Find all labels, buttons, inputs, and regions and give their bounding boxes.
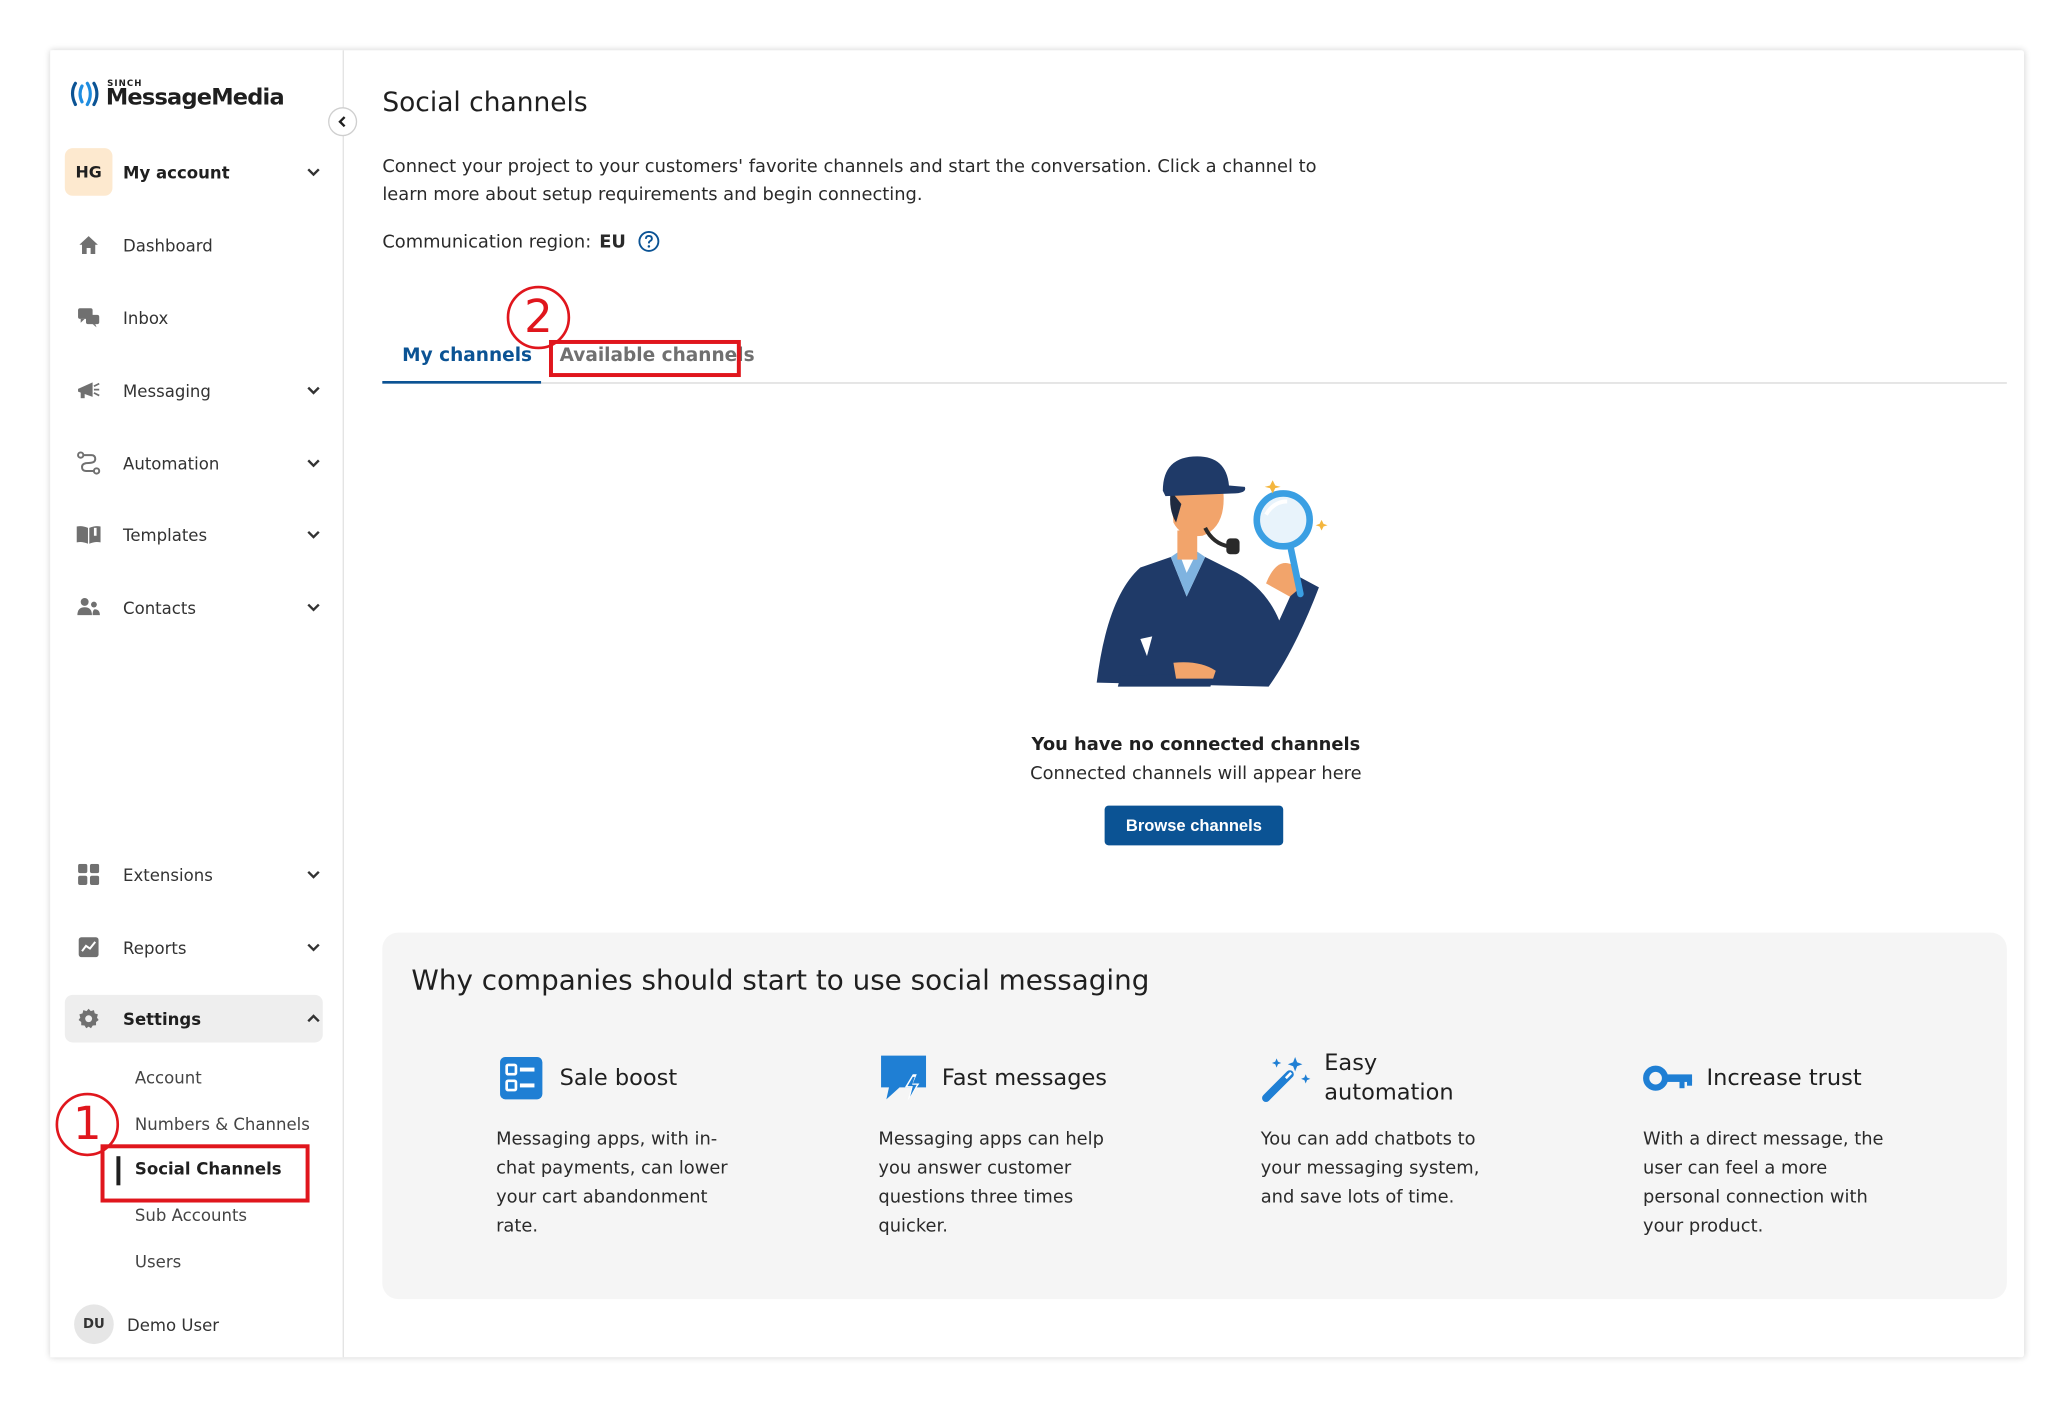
region-label: Communication region: xyxy=(382,230,592,253)
sidebar-item-label: Reports xyxy=(123,937,187,958)
sidebar-item-label: Contacts xyxy=(123,597,196,618)
gear-icon xyxy=(78,1008,99,1029)
feature-increase-trust: Increase trust With a direct message, th… xyxy=(1643,1052,1947,1241)
empty-title: You have no connected channels xyxy=(1031,734,1361,756)
region-value: EU xyxy=(599,230,626,253)
account-avatar: HG xyxy=(64,148,113,196)
settings-sub-sub-accounts[interactable]: Sub Accounts xyxy=(135,1203,247,1229)
chevron-down-icon xyxy=(307,168,320,177)
account-label: My account xyxy=(123,162,230,182)
annotation-box-social-channels xyxy=(100,1144,310,1203)
communication-region: Communication region: EU xyxy=(382,230,660,252)
sidebar-item-label: Messaging xyxy=(123,380,211,401)
feature-title: Easy automation xyxy=(1324,1050,1454,1106)
feature-body: With a direct message, the user can feel… xyxy=(1643,1128,1884,1237)
chevron-down-icon xyxy=(307,459,320,468)
chevron-down-icon xyxy=(307,386,320,395)
grid-icon xyxy=(78,863,100,886)
list-icon xyxy=(500,1056,543,1100)
sidebar-item-contacts[interactable]: Contacts xyxy=(65,583,323,631)
sinch-logo-icon xyxy=(70,81,99,107)
chevron-down-icon xyxy=(307,530,320,539)
detective-illustration xyxy=(1096,456,1328,687)
sidebar-item-label: Templates xyxy=(123,524,208,545)
settings-sub-numbers-channels[interactable]: Numbers & Channels xyxy=(135,1111,310,1137)
avatar: DU xyxy=(74,1304,114,1345)
user-menu[interactable]: DU Demo User xyxy=(74,1304,220,1345)
tab-my-channels[interactable]: My channels xyxy=(402,345,532,366)
sidebar-item-extensions[interactable]: Extensions xyxy=(65,851,323,899)
feature-easy-automation: Easy automation You can add chatbots to … xyxy=(1260,1050,1565,1212)
collapse-sidebar-button[interactable] xyxy=(328,107,358,137)
settings-sub-account[interactable]: Account xyxy=(135,1065,202,1091)
megaphone-icon xyxy=(78,382,100,399)
app-window: SINCH MessageMedia HG My account Dashboa… xyxy=(50,50,2025,1358)
brand-logo[interactable]: SINCH MessageMedia xyxy=(70,78,285,112)
feature-body: Messaging apps can help you answer custo… xyxy=(878,1128,1104,1237)
feature-title: Fast messages xyxy=(941,1064,1108,1092)
sidebar-item-inbox[interactable]: Inbox xyxy=(65,294,323,342)
annotation-step-2: 2 xyxy=(506,285,571,350)
chart-icon xyxy=(78,937,99,958)
feature-title: Sale boost xyxy=(559,1064,678,1092)
sidebar-item-label: Extensions xyxy=(123,864,213,885)
magic-wand-icon xyxy=(1262,1056,1311,1102)
home-icon xyxy=(79,236,98,254)
page-intro: Connect your project to your customers' … xyxy=(382,156,1317,206)
key-icon xyxy=(1643,1065,1693,1091)
feature-body: You can add chatbots to your messaging s… xyxy=(1260,1128,1480,1208)
people-icon xyxy=(77,597,100,616)
help-icon[interactable] xyxy=(638,230,660,252)
why-panel: Why companies should start to use social… xyxy=(382,932,2007,1300)
chevron-left-icon xyxy=(338,116,346,128)
flow-icon xyxy=(77,451,101,475)
book-icon xyxy=(76,526,101,544)
sidebar-item-templates[interactable]: Templates xyxy=(65,511,323,559)
feature-body: Messaging apps, with in-chat payments, c… xyxy=(496,1128,728,1237)
sidebar-item-label: Inbox xyxy=(123,307,169,328)
sidebar-item-reports[interactable]: Reports xyxy=(65,923,323,971)
chevron-up-icon xyxy=(307,1014,320,1023)
chat-icon xyxy=(78,308,100,328)
sidebar-item-automation[interactable]: Automation xyxy=(65,439,323,487)
main-content: Social channels Connect your project to … xyxy=(382,50,2009,1357)
browse-channels-button[interactable]: Browse channels xyxy=(1104,805,1284,846)
active-tab-underline xyxy=(382,380,542,384)
sidebar-item-label: Automation xyxy=(123,453,220,473)
sidebar-item-label: Settings xyxy=(123,1008,202,1029)
sidebar-item-dashboard[interactable]: Dashboard xyxy=(65,221,323,269)
lightning-chat-icon xyxy=(881,1055,927,1101)
feature-title: Increase trust xyxy=(1706,1064,1862,1092)
why-title: Why companies should start to use social… xyxy=(411,964,1150,997)
user-name: Demo User xyxy=(126,1314,220,1335)
page-title: Social channels xyxy=(382,85,588,118)
brand-name: MessageMedia xyxy=(105,84,285,112)
feature-fast-messages: Fast messages Messaging apps can help yo… xyxy=(878,1052,1182,1241)
empty-subtitle: Connected channels will appear here xyxy=(1030,763,1362,785)
settings-sub-users[interactable]: Users xyxy=(135,1249,181,1275)
chevron-down-icon xyxy=(307,603,320,612)
chevron-down-icon xyxy=(307,943,320,952)
feature-sale-boost: Sale boost Messaging apps, with in-chat … xyxy=(496,1052,800,1241)
sidebar-item-messaging[interactable]: Messaging xyxy=(65,366,323,414)
sidebar-item-settings[interactable]: Settings xyxy=(64,994,323,1043)
annotation-step-1: 1 xyxy=(55,1092,120,1157)
annotation-box-available-channels xyxy=(549,339,741,378)
chevron-down-icon xyxy=(307,870,320,879)
sidebar-item-label: Dashboard xyxy=(123,234,213,255)
account-switcher[interactable]: HG My account xyxy=(64,148,323,196)
